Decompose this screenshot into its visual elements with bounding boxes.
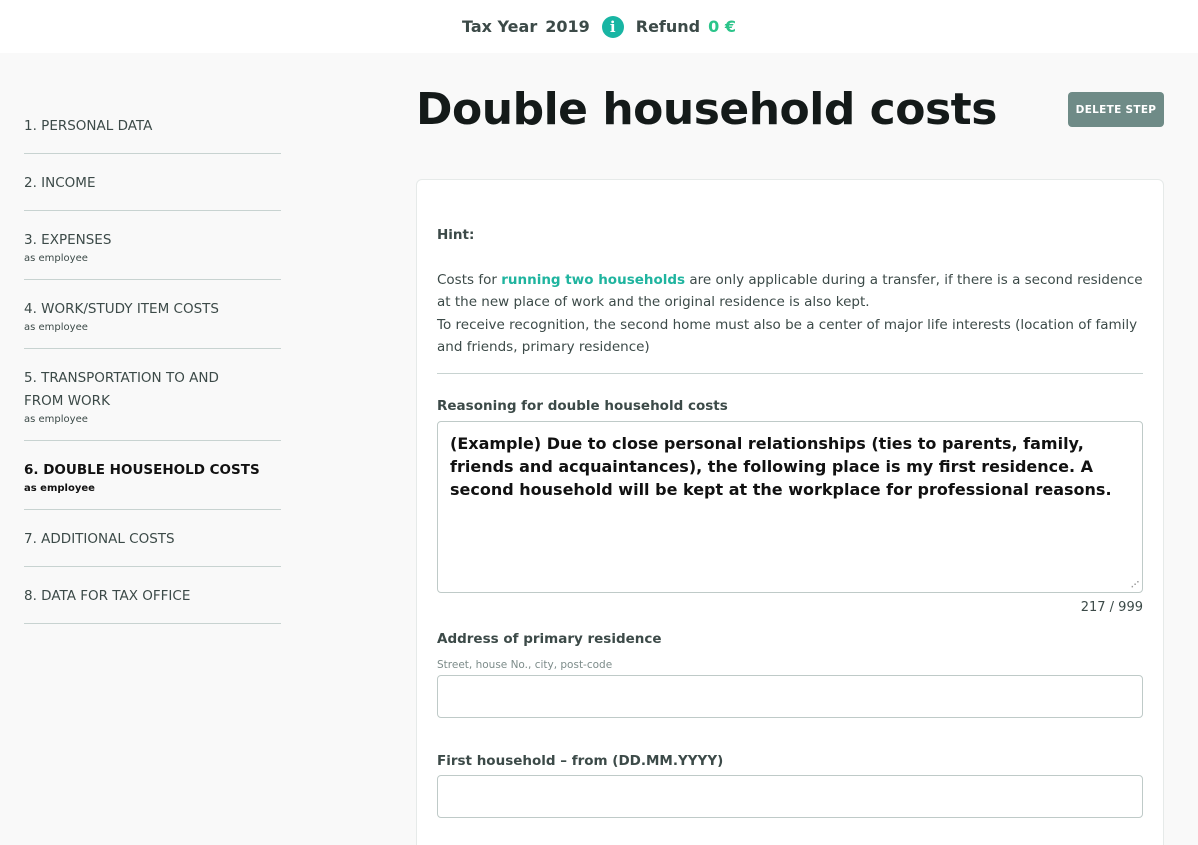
sidebar-item-transportation[interactable]: 5. TRANSPORTATION TO AND FROM WORK as em… bbox=[24, 349, 281, 441]
sidebar-item-label: 4. WORK/STUDY ITEM COSTS bbox=[24, 301, 219, 317]
sidebar-item-sublabel: as employee bbox=[24, 483, 95, 494]
hint-text: Costs for running two households are onl… bbox=[437, 269, 1145, 314]
first-household-date-input[interactable] bbox=[437, 775, 1143, 818]
sidebar-item-sublabel: as employee bbox=[24, 322, 88, 333]
sidebar-item-expenses[interactable]: 3. EXPENSES as employee bbox=[24, 211, 281, 280]
reasoning-textarea[interactable]: (Example) Due to close personal relation… bbox=[437, 421, 1143, 593]
delete-step-button[interactable]: DELETE STEP bbox=[1068, 92, 1164, 127]
first-household-label: First household – from (DD.MM.YYYY) bbox=[437, 753, 724, 769]
address-input[interactable] bbox=[437, 675, 1143, 718]
hint-text-before: Costs for bbox=[437, 271, 502, 288]
refund-value: 0 € bbox=[708, 17, 736, 36]
sidebar-item-label: 7. ADDITIONAL COSTS bbox=[24, 531, 175, 547]
sidebar-item-work-study[interactable]: 4. WORK/STUDY ITEM COSTS as employee bbox=[24, 280, 281, 349]
top-bar: Tax Year 2019 i Refund 0 € bbox=[0, 0, 1198, 53]
hint-box: Hint: Costs for running two households a… bbox=[437, 224, 1145, 359]
sidebar-item-label: 1. PERSONAL DATA bbox=[24, 118, 153, 134]
hint-text-second: To receive recognition, the second home … bbox=[437, 316, 1138, 356]
sidebar-item-double-household[interactable]: 6. DOUBLE HOUSEHOLD COSTS as employee bbox=[24, 441, 281, 510]
refund-label: Refund bbox=[635, 17, 701, 36]
tax-year-label: Tax Year bbox=[462, 17, 538, 36]
sidebar-item-sublabel: as employee bbox=[24, 253, 88, 264]
sidebar-nav: 1. PERSONAL DATA 2. INCOME 3. EXPENSES a… bbox=[24, 97, 281, 624]
sidebar-item-label: 8. DATA FOR TAX OFFICE bbox=[24, 588, 191, 604]
divider bbox=[437, 373, 1143, 374]
page-title: Double household costs bbox=[416, 84, 997, 135]
character-counter: 217 / 999 bbox=[1080, 600, 1143, 615]
sidebar-item-tax-office[interactable]: 8. DATA FOR TAX OFFICE bbox=[24, 567, 281, 624]
hint-heading: Hint: bbox=[437, 227, 475, 243]
resize-handle-icon[interactable]: ⋰ bbox=[1131, 581, 1139, 589]
reasoning-label: Reasoning for double household costs bbox=[437, 398, 728, 414]
sidebar-item-label: 2. INCOME bbox=[24, 175, 96, 191]
sidebar-item-personal-data[interactable]: 1. PERSONAL DATA bbox=[24, 97, 281, 154]
sidebar-item-sublabel: as employee bbox=[24, 414, 88, 425]
tax-year-value[interactable]: 2019 bbox=[545, 17, 590, 36]
sidebar-item-label: 6. DOUBLE HOUSEHOLD COSTS bbox=[24, 462, 260, 478]
form-card: Hint: Costs for running two households a… bbox=[416, 179, 1164, 845]
sidebar-item-income[interactable]: 2. INCOME bbox=[24, 154, 281, 211]
address-label: Address of primary residence bbox=[437, 631, 662, 647]
sidebar-item-additional-costs[interactable]: 7. ADDITIONAL COSTS bbox=[24, 510, 281, 567]
running-two-households-link[interactable]: running two households bbox=[501, 272, 685, 288]
info-icon[interactable]: i bbox=[601, 15, 624, 38]
sidebar-item-label: 5. TRANSPORTATION TO AND FROM WORK bbox=[24, 370, 219, 409]
reasoning-text: (Example) Due to close personal relation… bbox=[450, 434, 1112, 499]
sidebar-item-label: 3. EXPENSES bbox=[24, 232, 112, 248]
address-sublabel: Street, house No., city, post-code bbox=[437, 659, 613, 671]
